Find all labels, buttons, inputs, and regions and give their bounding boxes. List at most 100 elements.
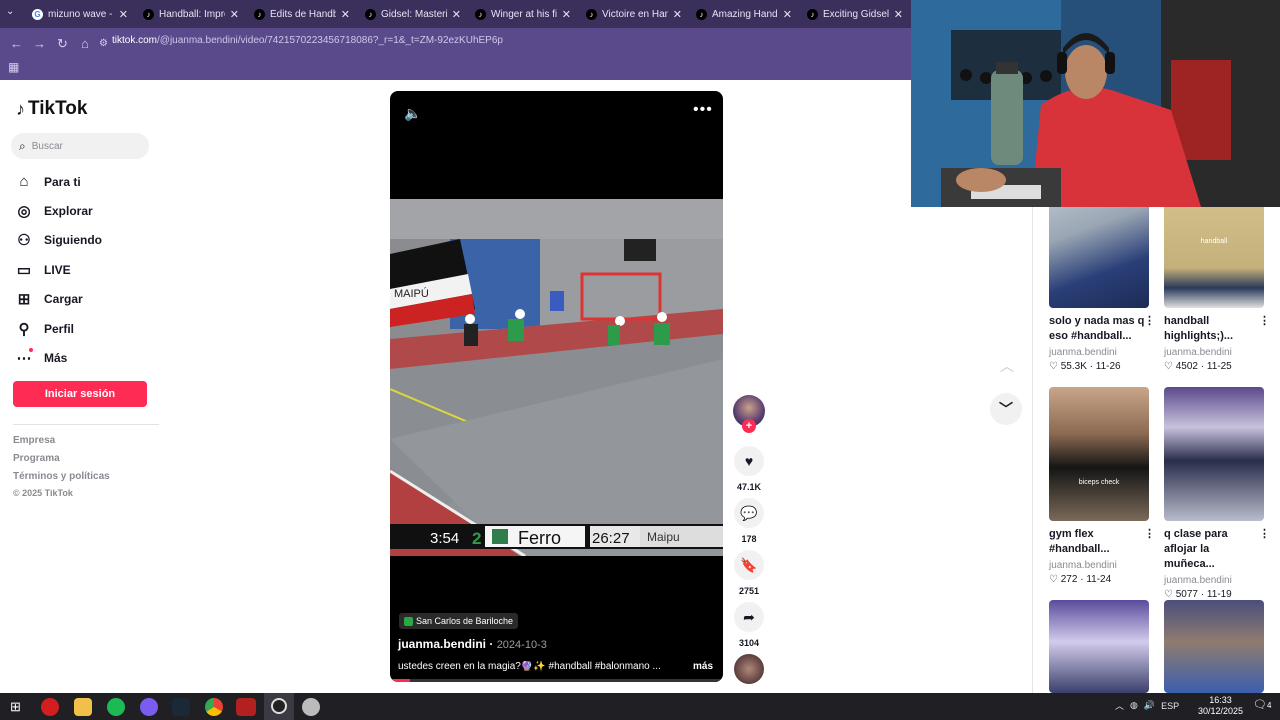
compass-icon: ◎ [17, 203, 31, 220]
save-action[interactable]: 🔖 2751 [734, 550, 764, 596]
follow-plus-icon[interactable]: + [742, 419, 756, 433]
discord-icon[interactable] [140, 698, 158, 716]
video-card-title[interactable]: handball highlights;)... [1164, 314, 1260, 344]
spotify-icon[interactable] [107, 698, 125, 716]
close-tab-icon[interactable]: ✕ [894, 8, 903, 21]
reload-icon[interactable]: ↻ [57, 36, 68, 52]
close-tab-icon[interactable]: ✕ [119, 8, 128, 21]
sidebar-item-perfil[interactable]: ⚲ Perfil [16, 320, 75, 338]
video-card-title[interactable]: q clase para aflojar la muñeca... [1164, 527, 1260, 572]
steam-icon[interactable] [172, 698, 190, 716]
file-explorer-icon[interactable] [74, 698, 92, 716]
sidebar-item-para-ti[interactable]: ⌂ Para ti [16, 173, 80, 190]
next-video-chevron-down-icon[interactable]: ﹀ [990, 393, 1022, 425]
notification-count: 4 [1266, 701, 1272, 710]
site-info-icon[interactable]: ⚙ [99, 38, 108, 49]
tiktok-logo[interactable]: ♪ TikTok [16, 98, 87, 120]
video-card-user[interactable]: juanma.bendini [1049, 347, 1159, 358]
browser-tab[interactable]: Gmizuno wave - Bu ✕ [26, 4, 134, 24]
network-icon[interactable]: ◍ [1130, 700, 1138, 711]
sidebar-item-siguiendo[interactable]: ⚇ Siguiendo [16, 231, 102, 249]
video-card[interactable] [1164, 600, 1274, 693]
comment-action[interactable]: 💬 178 [734, 498, 764, 544]
browser-tab[interactable]: ♪ Victoire en Handb ✕ [580, 4, 688, 24]
sidebar-item-explorar[interactable]: ◎ Explorar [16, 202, 92, 220]
browser-tab[interactable]: ♪ Winger at his fine ✕ [469, 4, 577, 24]
voicemeeter-icon[interactable] [236, 698, 256, 716]
language-indicator[interactable]: ESP [1161, 701, 1179, 711]
footer-link-programa[interactable]: Programa [13, 453, 60, 464]
video-thumbnail[interactable]: biceps check [1049, 387, 1149, 521]
sidebar-item-mas[interactable]: ⋯ Más [16, 348, 67, 367]
heart-icon[interactable]: ♥ [734, 446, 764, 476]
sidebar-item-cargar[interactable]: ⊞ Cargar [16, 290, 83, 308]
video-player[interactable]: 🔈 ••• MAIPÚ 3:54 2 Ferro 26:27 Maipu San… [390, 91, 723, 682]
speaker-icon[interactable]: 🔊 [1144, 700, 1155, 711]
sidebar-item-live[interactable]: ▭ LIVE [16, 261, 71, 279]
more-options-icon[interactable]: ••• [693, 101, 713, 119]
video-card[interactable]: biceps check gym flex #handball... ⋮ jua… [1049, 387, 1159, 585]
footer-link-terminos[interactable]: Términos y políticas [13, 471, 110, 482]
search-input[interactable]: ⌕ Buscar [11, 133, 149, 159]
close-tab-icon[interactable]: ✕ [452, 8, 461, 21]
comment-count: 178 [741, 534, 757, 544]
browser-tab[interactable]: ♪ Handball: Improv ✕ [137, 4, 245, 24]
more-icon[interactable]: ⋮ [1144, 314, 1155, 327]
video-thumbnail[interactable] [1164, 600, 1264, 693]
apps-grid-icon[interactable]: ▦ [8, 60, 19, 74]
video-card-user[interactable]: juanma.bendini [1164, 575, 1274, 586]
back-icon[interactable]: ← [10, 36, 23, 51]
volume-icon[interactable]: 🔈 [404, 105, 421, 122]
login-button[interactable]: Iniciar sesión [13, 381, 147, 407]
score-time: 3:54 [430, 530, 459, 547]
video-card-user[interactable]: juanma.bendini [1164, 347, 1274, 358]
clock-time: 16:33 [1209, 695, 1232, 705]
browser-tab[interactable]: ♪ Amazing Handbal ✕ [690, 4, 798, 24]
windows-start-icon[interactable]: ⊞ [10, 699, 21, 715]
browser-tab[interactable]: ♪ Exciting Gidsel Ha ✕ [801, 4, 909, 24]
search-placeholder: Buscar [31, 140, 63, 152]
url-field[interactable]: tiktok.com/@juanma.bendini/video/7421570… [112, 35, 503, 46]
tab-list-chevron-icon[interactable]: ⌄ [6, 6, 14, 17]
share-icon[interactable]: ➦ [734, 602, 764, 632]
close-tab-icon[interactable]: ✕ [562, 8, 571, 21]
chrome-icon[interactable] [205, 698, 223, 716]
browser-tab[interactable]: ♪ Gidsel: Mastering ✕ [359, 4, 467, 24]
video-thumbnail[interactable] [1164, 387, 1264, 521]
like-action[interactable]: ♥ 47.1K [734, 446, 764, 492]
video-card-user[interactable]: juanma.bendini [1049, 560, 1159, 571]
more-icon[interactable]: ⋮ [1259, 527, 1270, 540]
home-icon[interactable]: ⌂ [81, 36, 89, 51]
close-tab-icon[interactable]: ✕ [783, 8, 792, 21]
chevron-up-icon[interactable]: ︿ [1115, 699, 1124, 712]
live-icon: ▭ [16, 262, 32, 279]
video-card-title[interactable]: solo y nada mas q eso #handball... [1049, 314, 1145, 344]
close-tab-icon[interactable]: ✕ [673, 8, 682, 21]
video-thumbnail[interactable] [1049, 600, 1149, 693]
comment-icon[interactable]: 💬 [734, 498, 764, 528]
video-card-title[interactable]: gym flex #handball... [1049, 527, 1145, 557]
music-disc-icon[interactable] [734, 654, 764, 684]
notification-icon[interactable]: 🗨4 [1253, 698, 1271, 711]
video-card[interactable] [1049, 600, 1159, 693]
footer-link-empresa[interactable]: Empresa [13, 435, 55, 446]
search-icon: ⌕ [19, 138, 26, 153]
video-progress-bar[interactable] [390, 679, 723, 682]
active-app-highlight[interactable] [264, 693, 294, 720]
caption-more-button[interactable]: más [693, 661, 713, 672]
share-action[interactable]: ➦ 3104 [734, 602, 764, 648]
browser-tab[interactable]: ♪ Édits de Handball ✕ [248, 4, 356, 24]
more-icon[interactable]: ⋮ [1144, 527, 1155, 540]
forward-icon[interactable]: → [33, 36, 46, 51]
video-card[interactable]: q clase para aflojar la muñeca... ⋮ juan… [1164, 387, 1274, 600]
bookmark-icon[interactable]: 🔖 [734, 550, 764, 580]
more-icon[interactable]: ⋮ [1259, 314, 1270, 327]
previous-video-chevron-up-icon[interactable]: ︿ [993, 352, 1021, 380]
app-icon-white[interactable] [302, 698, 320, 716]
close-tab-icon[interactable]: ✕ [230, 8, 239, 21]
app-icon-red[interactable] [41, 698, 59, 716]
location-badge[interactable]: San Carlos de Bariloche [399, 613, 519, 629]
taskbar-clock[interactable]: 16:33 30/12/2025 [1198, 695, 1243, 717]
close-tab-icon[interactable]: ✕ [341, 8, 350, 21]
video-author[interactable]: juanma.bendini · 2024-10-3 [398, 637, 547, 651]
